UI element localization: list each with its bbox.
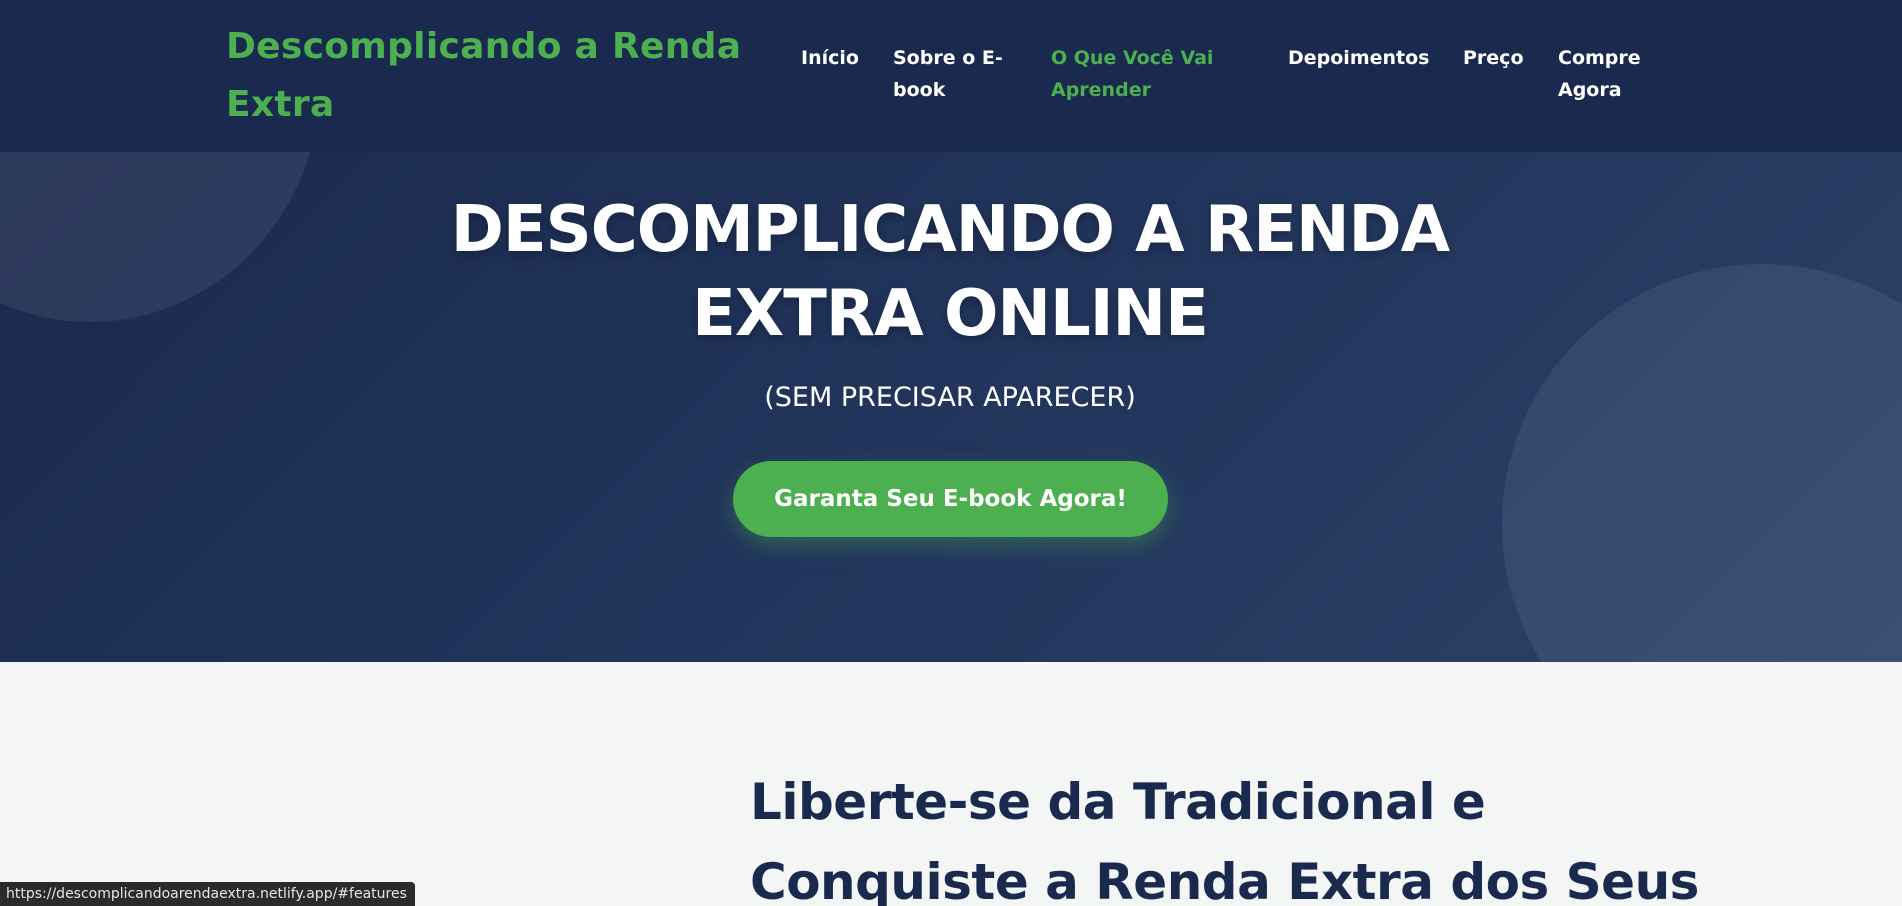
cta-button[interactable]: Garanta Seu E-book Agora!: [733, 461, 1168, 537]
hero-title: DESCOMPLICANDO A RENDA EXTRA ONLINE: [450, 193, 1450, 351]
nav-link-inicio[interactable]: Início: [801, 42, 871, 74]
nav-link-depoimentos[interactable]: Depoimentos: [1288, 42, 1438, 74]
hero-section: DESCOMPLICANDO A RENDA EXTRA ONLINE (SEM…: [0, 152, 1902, 662]
nav-link-o-que-vai-aprender[interactable]: O Que Você Vai Aprender: [1051, 42, 1226, 106]
features-section: Liberte-se da Tradicional e Conquiste a …: [0, 662, 1902, 906]
features-heading: Liberte-se da Tradicional e Conquiste a …: [750, 773, 1699, 906]
nav-link-compre-agora[interactable]: Compre Agora: [1558, 42, 1658, 106]
site-header: Descomplicando a Renda Extra Início Sobr…: [0, 0, 1902, 152]
decorative-circle: [1502, 264, 1902, 662]
landing-page: Descomplicando a Renda Extra Início Sobr…: [0, 0, 1902, 906]
browser-status-bar: https://descomplicandoarendaextra.netlif…: [0, 882, 415, 906]
nav-link-preco[interactable]: Preço: [1463, 42, 1533, 74]
hero-subtitle: (SEM PRECISAR APARECER): [764, 382, 1136, 413]
nav-link-sobre-ebook[interactable]: Sobre o E-book: [893, 42, 1013, 106]
decorative-circle: [0, 152, 320, 322]
site-logo[interactable]: Descomplicando a Renda Extra: [226, 18, 746, 134]
